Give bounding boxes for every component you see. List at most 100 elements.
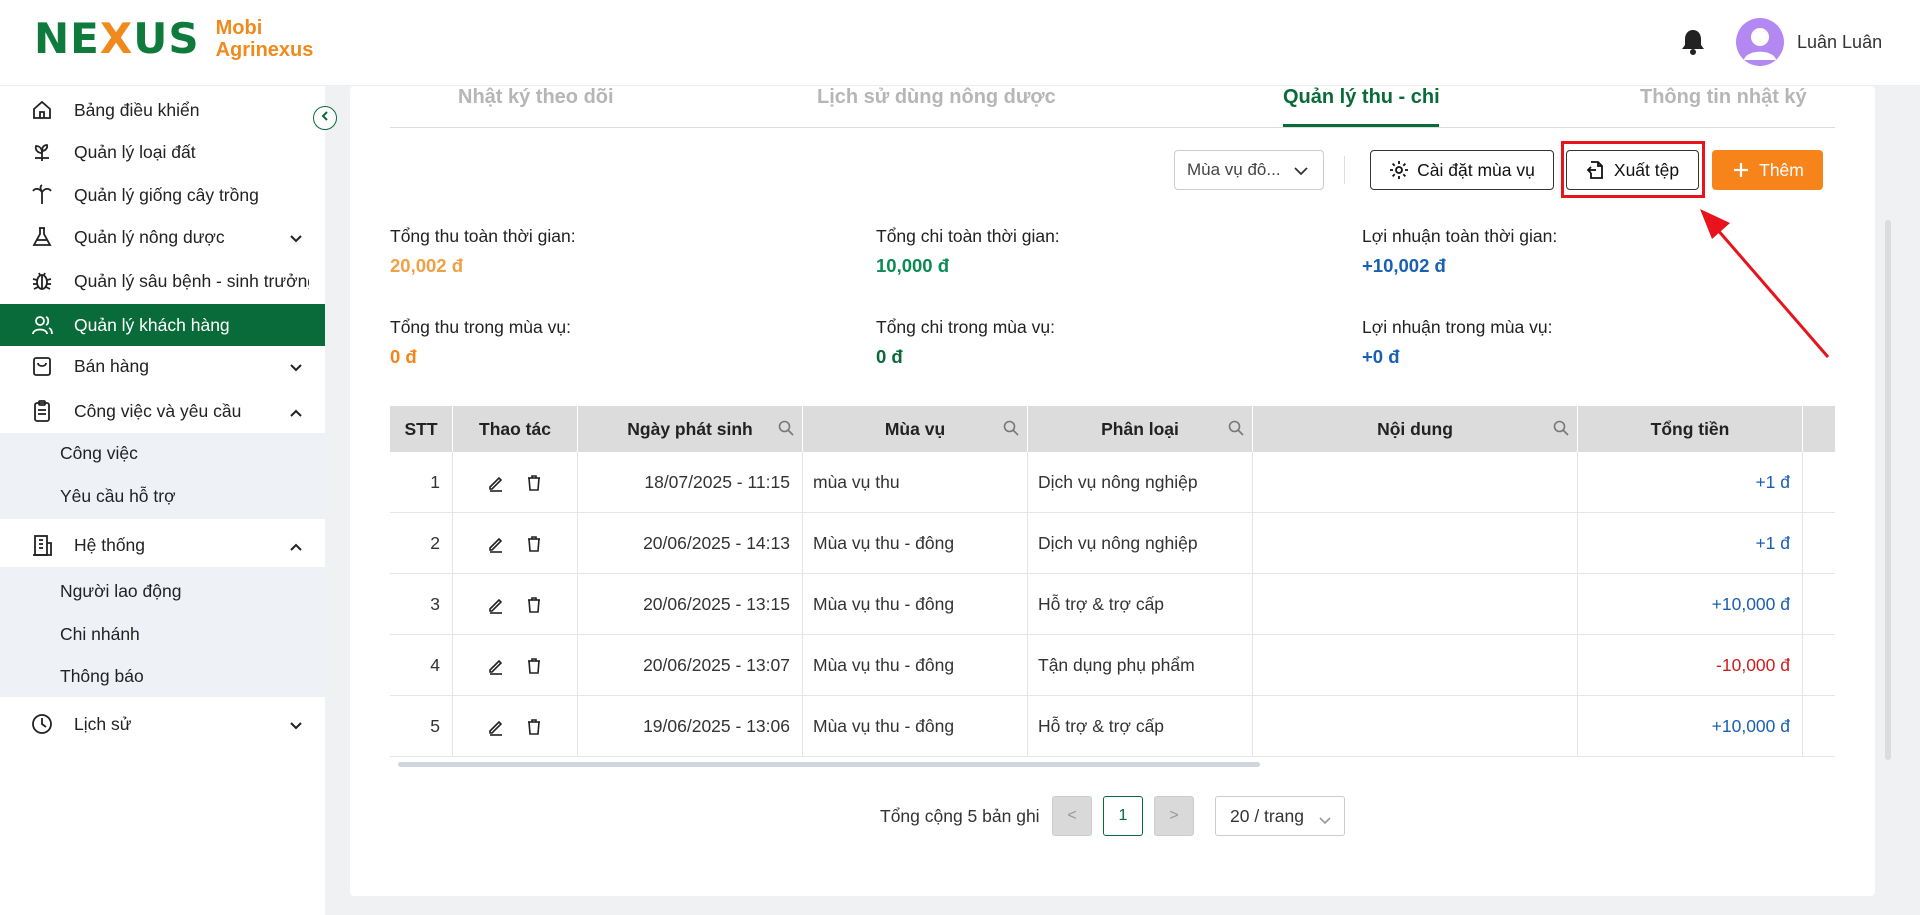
edit-icon[interactable]	[487, 657, 505, 675]
logo-mark: NEXUS	[34, 14, 200, 63]
page-size-select[interactable]: 20 / trang	[1215, 796, 1345, 836]
vertical-scrollbar[interactable]	[1885, 220, 1891, 760]
cell-amount: -10,000 đ	[1578, 635, 1803, 696]
edit-icon[interactable]	[487, 596, 505, 614]
row-overflow-cell	[1803, 696, 1835, 757]
sidebar-item-system[interactable]: Hệ thống	[0, 525, 325, 565]
sidebar-item-history[interactable]: Lịch sử	[0, 704, 325, 744]
horizontal-scrollbar[interactable]	[398, 762, 1260, 767]
clock-icon	[30, 712, 54, 736]
pagination-page-1[interactable]: 1	[1103, 796, 1143, 836]
home-icon	[30, 98, 54, 122]
avatar[interactable]	[1736, 18, 1784, 66]
sidebar-item-sales[interactable]: Bán hàng	[0, 346, 325, 386]
sidebar-item-pesticides[interactable]: Quản lý nông dược	[0, 217, 325, 257]
table-row: 2 20/06/2025 - 14:13 Mùa vụ thu - đông Dịch…	[390, 513, 1835, 574]
sidebar-item-soil[interactable]: Quản lý loại đất	[0, 132, 325, 172]
active-tab-indicator	[1283, 124, 1439, 127]
total-income-all-label: Tổng thu toàn thời gian:	[390, 226, 576, 246]
profit-all-label: Lợi nhuận toàn thời gian:	[1362, 226, 1558, 246]
sidebar-subitem-notifications[interactable]: Thông báo	[60, 666, 144, 687]
cell-content	[1253, 574, 1578, 635]
sidebar-subitem-support[interactable]: Yêu cầu hỗ trợ	[60, 486, 176, 507]
username[interactable]: Luân Luân	[1797, 32, 1882, 53]
tab-tracking-log[interactable]: Nhật ký theo dõi	[458, 86, 614, 109]
cell-stt: 2	[390, 513, 453, 574]
cell-stt-text: 2	[430, 533, 440, 553]
cell-stt-text: 1	[430, 472, 440, 492]
brand-line-1: Mobi	[215, 16, 263, 39]
sidebar-item-label: Bảng điều khiển	[74, 99, 200, 120]
sidebar-item-customers[interactable]: Quản lý khách hàng	[0, 304, 325, 346]
search-icon[interactable]	[1003, 420, 1019, 436]
pagination-prev-button[interactable]: <	[1052, 796, 1092, 836]
sidebar-subitem-branches[interactable]: Chi nhánh	[60, 624, 140, 645]
tab-income-expense[interactable]: Quản lý thu - chi	[1283, 86, 1440, 109]
edit-icon[interactable]	[487, 474, 505, 492]
sidebar-item-label: Công việc và yêu cầu	[74, 400, 242, 421]
total-expense-season-label: Tổng chi trong mùa vụ:	[876, 317, 1055, 337]
pagination-next-button[interactable]: >	[1154, 796, 1194, 836]
tab-log-info[interactable]: Thông tin nhật ký	[1640, 86, 1807, 109]
add-label: Thêm	[1759, 159, 1804, 180]
search-icon[interactable]	[778, 420, 794, 436]
search-icon[interactable]	[1553, 420, 1569, 436]
total-expense-all-value: 10,000 đ	[876, 255, 950, 276]
col-season[interactable]: Mùa vụ	[803, 406, 1028, 452]
sidebar-item-tasks[interactable]: Công việc và yêu cầu	[0, 391, 325, 431]
col-category[interactable]: Phân loại	[1028, 406, 1253, 452]
sidebar-subitem-workers[interactable]: Người lao động	[60, 581, 181, 602]
plus-icon	[1731, 160, 1751, 180]
chevron-left-icon	[319, 109, 331, 127]
col-stt: STT	[390, 406, 453, 452]
app-logo[interactable]: NEXUS Mobi Agrinexus	[34, 14, 313, 63]
search-icon[interactable]	[1228, 420, 1244, 436]
cell-amount: +1 đ	[1578, 513, 1803, 574]
cell-category-text: Tận dụng phụ phẩm	[1038, 655, 1195, 675]
col-date-label: Ngày phát sinh	[627, 418, 753, 439]
total-expense-season-value: 0 đ	[876, 346, 903, 367]
tab-pesticide-history[interactable]: Lịch sử dùng nông dược	[817, 86, 1056, 109]
row-actions	[453, 635, 578, 696]
chevron-up-icon	[289, 404, 303, 418]
sidebar-item-dashboard[interactable]: Bảng điều khiển	[0, 90, 325, 130]
sidebar-item-pests[interactable]: Quản lý sâu bệnh - sinh trưởng	[0, 261, 325, 301]
bell-icon[interactable]	[1680, 28, 1706, 56]
tasks-submenu: Công việc Yêu cầu hỗ trợ	[0, 433, 325, 519]
cell-date: 20/06/2025 - 13:15	[578, 574, 803, 635]
cell-stt: 4	[390, 635, 453, 696]
col-content[interactable]: Nội dung	[1253, 406, 1578, 452]
total-income-season-label: Tổng thu trong mùa vụ:	[390, 317, 571, 337]
cell-amount: +10,000 đ	[1578, 574, 1803, 635]
cell-stt-text: 5	[430, 716, 440, 736]
trash-icon[interactable]	[525, 718, 543, 736]
season-select[interactable]: Mùa vụ đô...	[1174, 150, 1324, 190]
brand-line-2: Agrinexus	[215, 38, 314, 61]
add-button[interactable]: Thêm	[1712, 150, 1823, 190]
cell-category-text: Dịch vụ nông nghiệp	[1038, 472, 1198, 492]
table-row: 5 19/06/2025 - 13:06 Mùa vụ thu - đông Hỗ t…	[390, 696, 1835, 757]
gear-icon	[1389, 160, 1409, 180]
sidebar-item-label: Hệ thống	[74, 534, 146, 555]
sidebar: Bảng điều khiển Quản lý loại đất Quản lý…	[0, 86, 325, 915]
col-date[interactable]: Ngày phát sinh	[578, 406, 803, 452]
col-season-label: Mùa vụ	[884, 418, 946, 439]
edit-icon[interactable]	[487, 535, 505, 553]
sidebar-item-label: Quản lý khách hàng	[74, 314, 230, 335]
trash-icon[interactable]	[525, 535, 543, 553]
sidebar-collapse-button[interactable]	[313, 106, 337, 130]
cell-content	[1253, 452, 1578, 513]
cell-content	[1253, 513, 1578, 574]
sidebar-item-seeds[interactable]: Quản lý giống cây trồng	[0, 175, 325, 215]
total-income-season-value: 0 đ	[390, 346, 417, 367]
table-row: 4 20/06/2025 - 13:07 Mùa vụ thu - đông Tận …	[390, 635, 1835, 696]
trash-icon[interactable]	[525, 474, 543, 492]
toolbar-divider	[1344, 156, 1345, 184]
trash-icon[interactable]	[525, 657, 543, 675]
cell-date-text: 18/07/2025 - 11:15	[644, 472, 790, 492]
sidebar-subitem-work[interactable]: Công việc	[60, 443, 138, 464]
edit-icon[interactable]	[487, 718, 505, 736]
cell-category: Tận dụng phụ phẩm	[1028, 635, 1253, 696]
trash-icon[interactable]	[525, 596, 543, 614]
season-settings-button[interactable]: Cài đặt mùa vụ	[1370, 150, 1554, 190]
